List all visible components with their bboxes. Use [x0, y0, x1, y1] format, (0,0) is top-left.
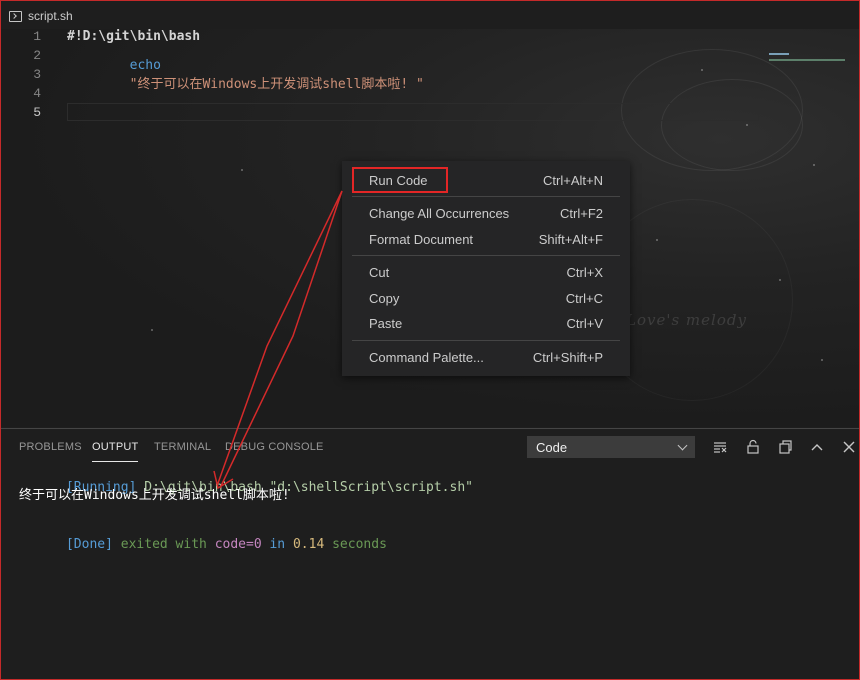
menu-item-shortcut: Ctrl+F2 — [560, 206, 603, 221]
line-number: 2 — [33, 48, 41, 63]
maximize-panel-icon[interactable] — [777, 439, 793, 455]
menu-separator — [352, 196, 620, 197]
code-line-3[interactable]: 3 echo "终于可以在Windows上开发调试shell脚本啦! " — [1, 58, 859, 92]
terminal-file-icon — [9, 10, 22, 22]
exit-code: code=0 — [214, 537, 262, 552]
menu-item-label: Cut — [369, 265, 390, 280]
line-number: 1 — [33, 29, 41, 44]
menu-item-shortcut: Ctrl+Alt+N — [543, 173, 603, 188]
menu-separator — [352, 340, 620, 341]
menu-item-label: Command Palette... — [369, 350, 484, 365]
background-watermark: Love's melody — [626, 311, 747, 329]
code-line-5[interactable]: 5 — [1, 103, 859, 122]
output-channel-value: Code — [536, 440, 568, 455]
menu-item-label: Paste — [369, 316, 403, 331]
menu-item-shortcut: Ctrl+Shift+P — [532, 350, 603, 365]
tab-title: script.sh — [28, 9, 73, 23]
menu-item-label: Format Document — [369, 232, 474, 247]
menu-item-shortcut: Ctrl+V — [566, 316, 603, 331]
output-channel-select[interactable]: Code — [527, 436, 695, 458]
line-number: 4 — [33, 86, 41, 101]
seconds-text: seconds — [332, 537, 387, 552]
output-line-done: [Done] exited with code=0 in 0.14 second… — [19, 522, 387, 567]
menu-item-shortcut: Shift+Alt+F — [538, 232, 603, 247]
exited-text: exited with — [120, 537, 207, 552]
in-text: in — [269, 537, 286, 552]
close-icon[interactable] — [841, 439, 857, 455]
code-line-4[interactable]: 4 — [1, 84, 859, 103]
clear-output-icon[interactable] — [712, 439, 728, 455]
line-number: 3 — [33, 67, 41, 82]
tab-script-sh[interactable]: script.sh — [9, 4, 73, 28]
tab-problems[interactable]: PROBLEMS — [19, 441, 82, 453]
menu-item-copy[interactable]: Copy Ctrl+C — [342, 287, 630, 311]
tab-debug-console[interactable]: DEBUG CONSOLE — [225, 441, 324, 453]
tab-bar: script.sh — [1, 1, 859, 29]
menu-item-format-document[interactable]: Format Document Shift+Alt+F — [342, 228, 630, 252]
menu-separator — [352, 255, 620, 256]
echo-keyword: echo — [129, 57, 161, 73]
output-line-result: 终于可以在Windows上开发调试shell脚本啦! — [19, 488, 290, 503]
annotation-highlight-box — [352, 167, 448, 193]
vscode-window: script.sh Love's melody 1 #!D:\git\bin\b… — [0, 0, 860, 680]
line-number: 5 — [33, 105, 41, 120]
menu-item-shortcut: Ctrl+C — [565, 291, 603, 306]
done-tag: [Done] — [65, 537, 113, 552]
menu-item-change-all-occurrences[interactable]: Change All Occurrences Ctrl+F2 — [342, 202, 630, 226]
menu-item-shortcut: Ctrl+X — [566, 265, 603, 280]
menu-item-command-palette[interactable]: Command Palette... Ctrl+Shift+P — [342, 346, 630, 370]
menu-item-cut[interactable]: Cut Ctrl+X — [342, 261, 630, 285]
tab-output[interactable]: OUTPUT — [92, 441, 139, 462]
chevron-down-icon — [677, 440, 688, 451]
menu-item-label: Copy — [369, 291, 400, 306]
menu-item-label: Change All Occurrences — [369, 206, 510, 221]
menu-item-paste[interactable]: Paste Ctrl+V — [342, 312, 630, 336]
lock-scroll-icon[interactable] — [745, 439, 761, 455]
context-menu: Run Code Ctrl+Alt+N Change All Occurrenc… — [342, 161, 630, 376]
elapsed-time: 0.14 — [292, 537, 325, 552]
tab-terminal[interactable]: TERMINAL — [154, 441, 211, 453]
chevron-up-icon[interactable] — [809, 439, 825, 455]
bottom-panel: PROBLEMS OUTPUT TERMINAL DEBUG CONSOLE C… — [1, 428, 859, 679]
